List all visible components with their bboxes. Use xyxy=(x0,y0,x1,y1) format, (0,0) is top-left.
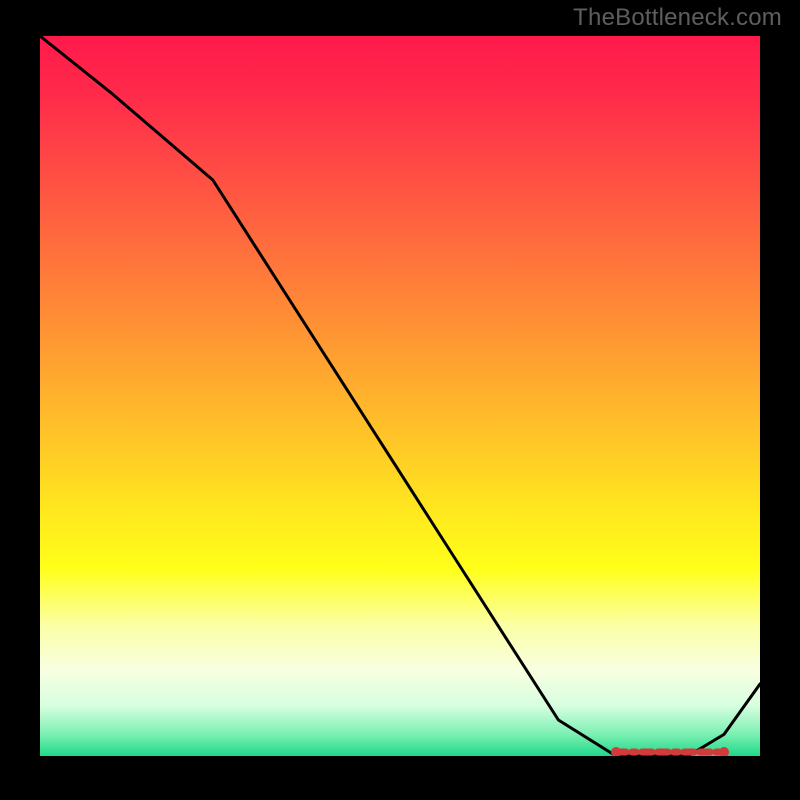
plot-area xyxy=(40,36,760,756)
chart-frame: TheBottleneck.com xyxy=(0,0,800,800)
bottleneck-curve xyxy=(40,36,760,756)
watermark-text: TheBottleneck.com xyxy=(573,4,782,32)
